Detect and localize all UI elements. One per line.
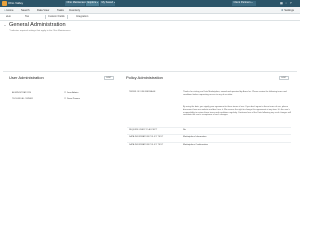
user-administration-title: User Administration (9, 74, 44, 80)
tab-integration[interactable]: Integration (74, 15, 90, 19)
administrators-label: ADMINISTRATORS (12, 91, 32, 94)
technical-owner-name: Dana Powers (66, 98, 81, 101)
terms-paragraph-1: Thanks for visiting our Data Marketplace… (183, 91, 287, 96)
nav-home-label: Home (6, 8, 14, 12)
user-admin-edit-button[interactable]: EDIT (104, 76, 114, 80)
nav-settings[interactable]: ⚙Settings (281, 9, 294, 13)
policy-text-value-2: Marketplace Confirmation (183, 143, 208, 146)
administrators-name: Jane Admin (66, 91, 79, 94)
user-icon: ⚇ (64, 97, 67, 101)
chevron-down-icon[interactable]: ⌄ (4, 23, 7, 27)
policy-admin-edit-button[interactable]: EDIT (279, 76, 289, 80)
page-title: General Administration (9, 22, 66, 28)
page-subtitle: * Indicates required settings that apply… (9, 29, 71, 32)
technical-owner-value: ⚇Dana Powers (64, 97, 81, 101)
explore-label: Explore (87, 1, 97, 5)
nav-settings-label: Settings (284, 8, 294, 12)
policy-administration-title: Policy Administration (126, 74, 163, 80)
user-label: Client Partners (233, 1, 251, 5)
nav-inventory[interactable]: Inventory (69, 9, 80, 13)
my-saved-label: My Saved (101, 1, 114, 5)
nav-bar: ⌂Home Search Data View Tasks Inventory ⚙… (0, 7, 300, 14)
explore-dropdown[interactable]: Explore▾ (86, 1, 99, 6)
nav-tasks-label: Tasks (57, 8, 64, 12)
nav-home[interactable]: ⌂Home (4, 9, 14, 13)
tab-custom-fields[interactable]: Custom Fields (45, 15, 68, 20)
user-icon: ⚇ (64, 90, 67, 94)
bell-icon[interactable]: ◔ (285, 1, 287, 6)
tab-tax[interactable]: Tax (23, 15, 31, 19)
help-icon[interactable]: ? (290, 1, 292, 6)
app-logo[interactable] (2, 1, 7, 6)
terms-paragraph-2: By using the data, you signify your agre… (183, 106, 291, 117)
chevron-down-icon: ▾ (113, 2, 115, 5)
tenant-label: Ohio Maintenance (66, 1, 88, 5)
nav-data-view[interactable]: Data View (37, 9, 49, 13)
tab-eho[interactable]: eHo (4, 15, 13, 19)
nav-data-view-label: Data View (37, 8, 50, 12)
technical-owner-label: TECHNICAL OWNER (12, 98, 33, 101)
my-saved-dropdown[interactable]: My Saved▾ (100, 1, 115, 6)
terms-of-use-label: TERMS OF USE MESSAGE (129, 91, 156, 93)
nav-inventory-label: Inventory (69, 8, 81, 12)
chevron-down-icon: ▾ (97, 2, 99, 5)
policy-text-value-1: Marketplace Information (183, 136, 207, 138)
settings-tabs: eHo Tax Custom Fields Integration (0, 14, 300, 21)
top-bar: Ohio Valley Ohio Maintenance▾ Explore▾ M… (0, 0, 300, 7)
grid-icon[interactable]: ▦ (280, 1, 283, 6)
require-accept-value: No (183, 128, 186, 131)
policy-text-label-1: DATA INFORMATION POLICY TEXT (129, 136, 164, 138)
nav-search-label: Search (21, 8, 30, 12)
app-title[interactable]: Ohio Valley (8, 1, 23, 5)
nav-tasks[interactable]: Tasks (57, 9, 64, 13)
user-menu[interactable]: Client Partners▾ (232, 1, 256, 6)
administrators-value: ⚇Jane Admin (64, 90, 79, 95)
policy-text-label-2: DATA INFORMATION POLICY TEXT (129, 143, 164, 146)
require-accept-label: REQUIRE USER TO ACCEPT (129, 128, 158, 131)
chevron-down-icon: ▾ (251, 2, 253, 5)
tenant-dropdown[interactable]: Ohio Maintenance▾ (65, 1, 89, 6)
nav-search[interactable]: Search (21, 9, 30, 13)
